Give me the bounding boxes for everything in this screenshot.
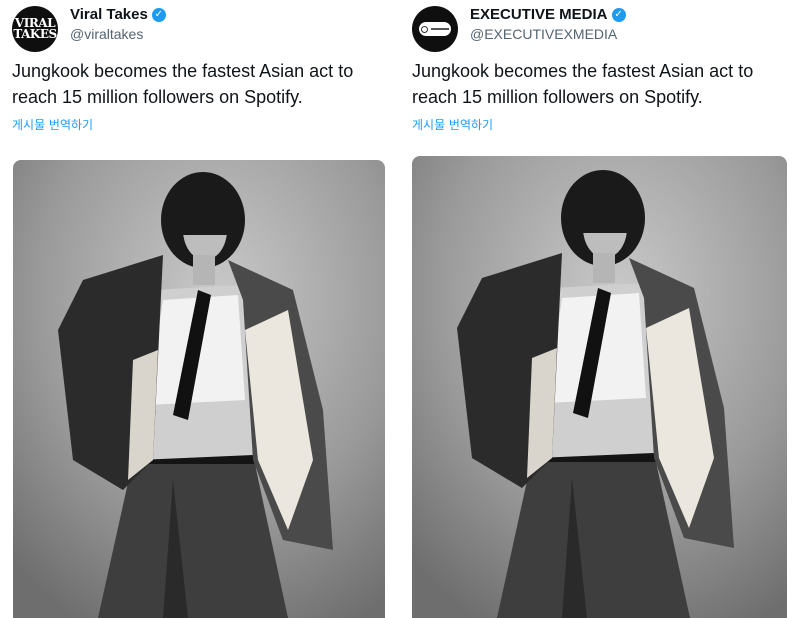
tweet-photo[interactable]: [412, 156, 787, 618]
divider: [393, 0, 399, 618]
tweet-text: Jungkook becomes the fastest Asian act t…: [12, 61, 354, 107]
tweet-executive-media[interactable]: EXECUTIVE MEDIA ✓ @EXECUTIVEXMEDIA Jungk…: [400, 0, 788, 618]
avatar[interactable]: VIRAL TAKES: [12, 6, 58, 52]
photo-image: [13, 160, 385, 618]
tweet-text: Jungkook becomes the fastest Asian act t…: [412, 61, 754, 107]
tweet-viral-takes[interactable]: VIRAL TAKES Viral Takes ✓ @viraltakes Ju…: [0, 0, 388, 618]
translate-post-link[interactable]: 게시물 번역하기: [12, 116, 93, 133]
author-row: EXECUTIVE MEDIA ✓: [470, 6, 626, 23]
avatar-logo: [419, 22, 451, 36]
photo-image: [412, 156, 787, 618]
verified-badge-icon: ✓: [151, 7, 166, 22]
logo-mark-icon: [421, 25, 428, 33]
verified-badge-icon: ✓: [611, 7, 626, 22]
handle[interactable]: @EXECUTIVEXMEDIA: [470, 26, 617, 42]
translate-post-link[interactable]: 게시물 번역하기: [412, 116, 493, 133]
display-name[interactable]: EXECUTIVE MEDIA: [470, 6, 608, 23]
handle[interactable]: @viraltakes: [70, 26, 143, 42]
avatar[interactable]: [412, 6, 458, 52]
tweet-photo[interactable]: [13, 160, 385, 618]
avatar-logo: VIRAL TAKES: [13, 16, 57, 41]
logo-wordmark: [431, 28, 449, 30]
author-row: Viral Takes ✓: [70, 6, 166, 23]
display-name[interactable]: Viral Takes: [70, 6, 148, 23]
